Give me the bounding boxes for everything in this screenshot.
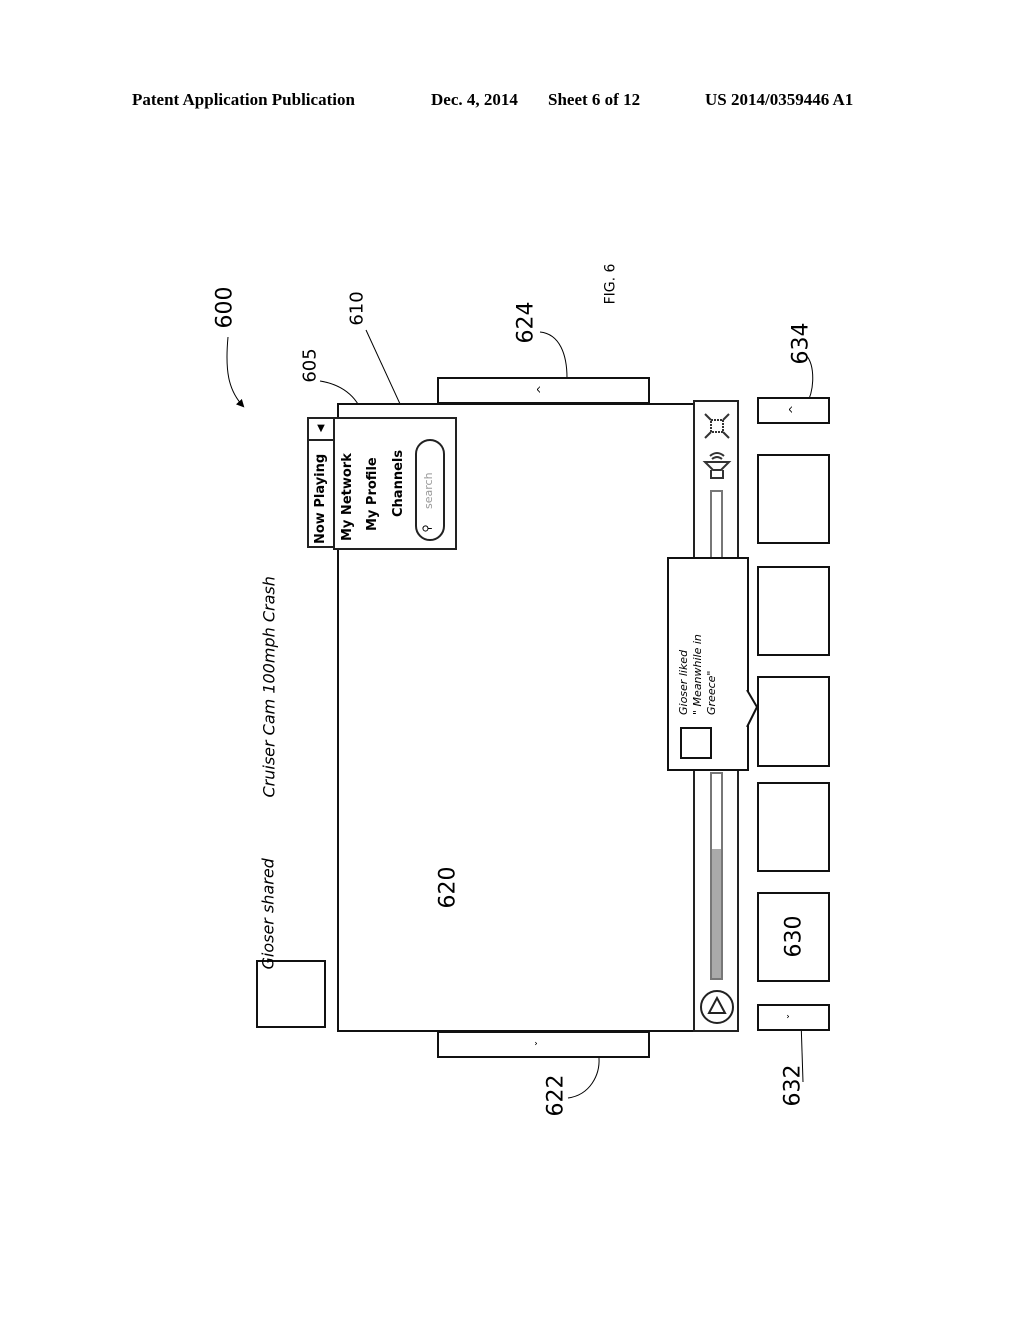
share-title[interactable]: Cruiser Cam 100mph Crash — [260, 538, 279, 797]
scroll-up-button[interactable]: ^ — [437, 377, 650, 404]
ref-622: 622 — [543, 1074, 569, 1117]
thumbnail[interactable] — [757, 566, 830, 656]
dropdown-selected: Now Playing — [313, 453, 328, 544]
leader-600 — [226, 336, 245, 408]
sharer-avatar[interactable] — [256, 960, 326, 1028]
play-icon[interactable] — [698, 988, 736, 1026]
menu-item-my-network[interactable]: My Network — [340, 453, 355, 541]
search-placeholder: search — [422, 472, 435, 509]
figure-label: FIG. 6 — [602, 263, 619, 305]
publication-date: Dec. 4, 2014 — [431, 90, 518, 109]
thumbnail[interactable] — [757, 676, 830, 767]
share-actor: Gioser shared — [258, 858, 278, 970]
view-dropdown[interactable]: ▼ Now Playing — [307, 417, 335, 548]
thumbnails-down-button[interactable]: ˇ — [757, 1004, 830, 1031]
notification-line-2: " Meanwhile in — [691, 634, 704, 715]
thumbnails-up-button[interactable]: ^ — [757, 397, 830, 424]
ref-630: 630 — [781, 915, 807, 958]
thumbnail[interactable] — [757, 454, 830, 544]
ref-624: 624 — [513, 301, 539, 344]
navigation-menu: My Network My Profile Channels ⚲ search — [333, 417, 457, 550]
progress-fill — [712, 849, 721, 978]
ref-600: 600 — [212, 286, 238, 329]
volume-icon[interactable] — [701, 448, 733, 484]
publication-label: Patent Application Publication — [132, 90, 355, 109]
search-input[interactable]: ⚲ search — [415, 439, 445, 541]
sheet-number: Sheet 6 of 12 — [548, 90, 641, 109]
progress-bar[interactable] — [710, 772, 723, 980]
ref-610: 610 — [346, 291, 368, 326]
chevron-down-icon: ˇ — [533, 1040, 547, 1047]
scroll-down-button[interactable]: ˇ — [437, 1031, 650, 1058]
chevron-up-icon: ^ — [787, 404, 801, 415]
notification-line-1: Gioser liked — [677, 649, 690, 715]
menu-item-channels[interactable]: Channels — [391, 450, 406, 517]
ref-634: 634 — [788, 322, 814, 365]
thumbnail[interactable] — [757, 782, 830, 872]
ref-605: 605 — [299, 348, 321, 383]
chevron-up-icon: ^ — [535, 384, 549, 395]
patent-number: US 2014/0359446 A1 — [705, 90, 854, 109]
notification-popup[interactable]: Gioser liked " Meanwhile in Greece" — [667, 557, 749, 771]
chevron-down-icon: ˇ — [785, 1013, 799, 1020]
ref-632: 632 — [780, 1064, 806, 1107]
search-icon: ⚲ — [420, 524, 434, 533]
triangle-down-icon[interactable]: ▼ — [309, 419, 333, 441]
leader-624 — [539, 331, 568, 379]
notification-line-3: Greece" — [705, 670, 718, 715]
leader-622 — [567, 1057, 600, 1099]
fullscreen-icon[interactable] — [701, 410, 733, 442]
notification-text: Gioser liked " Meanwhile in Greece" — [677, 585, 719, 715]
thumbnail[interactable]: 630 — [757, 892, 830, 982]
volume-slider[interactable] — [710, 490, 723, 560]
menu-item-my-profile[interactable]: My Profile — [365, 457, 380, 531]
ref-620: 620 — [435, 866, 461, 909]
notification-avatar — [680, 727, 712, 759]
